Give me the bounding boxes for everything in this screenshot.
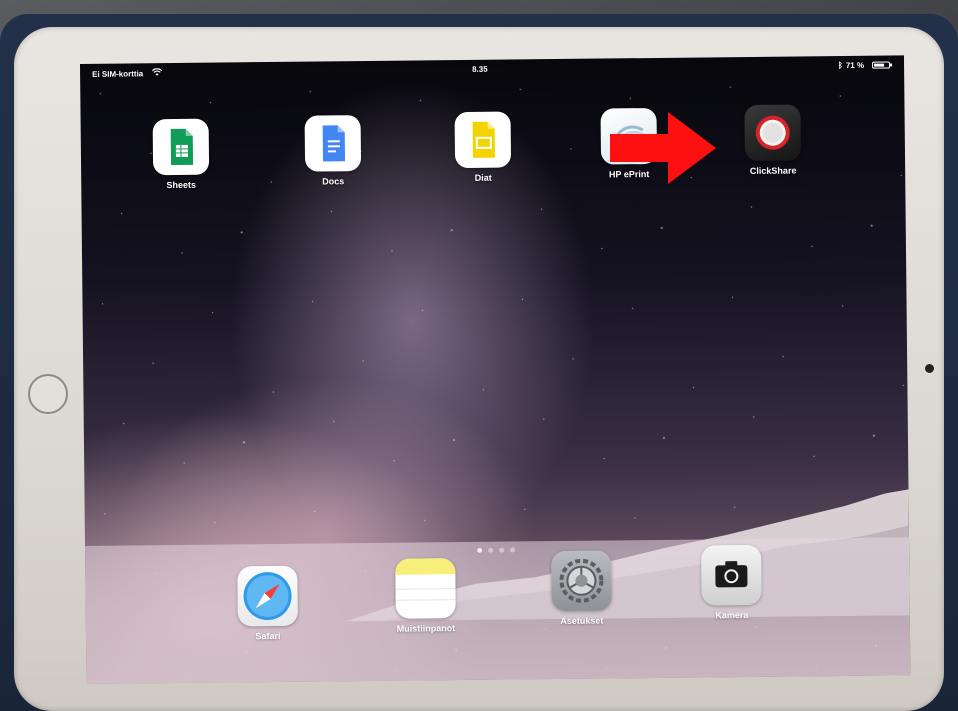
dock-app-label: Safari	[255, 630, 281, 642]
slides-icon	[454, 111, 512, 169]
app-label: Diat	[474, 172, 492, 183]
notes-header	[395, 558, 456, 575]
battery-tip	[890, 63, 893, 67]
app-label: Docs	[322, 176, 345, 187]
dock-app-settings[interactable]: Asetukset	[541, 550, 622, 626]
app-label: ClickShare	[749, 165, 797, 176]
dock: Safari Muistiinpanot Asetukset Kamera	[85, 537, 911, 684]
clickshare-icon	[744, 104, 802, 162]
clock: 8.35	[472, 64, 488, 74]
dock-app-label: Kamera	[715, 610, 749, 621]
safari-icon	[237, 565, 298, 627]
app-clickshare[interactable]: ClickShare	[732, 104, 813, 176]
dock-app-notes[interactable]: Muistiinpanot	[385, 558, 466, 634]
status-right: ᛒ 71 %	[838, 61, 864, 70]
front-camera	[925, 364, 934, 373]
sheets-icon	[152, 118, 210, 176]
battery-fill	[874, 63, 885, 67]
app-docs[interactable]: Docs	[293, 115, 374, 187]
app-label: Sheets	[166, 179, 197, 191]
wifi-icon	[152, 68, 163, 76]
dock-app-camera[interactable]: Kamera	[691, 544, 772, 621]
notes-line	[395, 599, 456, 601]
ipad-screen: Ei SIM-korttia 8.35 ᛒ 71 % Sheets Docs D…	[80, 55, 911, 684]
app-sheets[interactable]: Sheets	[141, 118, 222, 191]
app-slides[interactable]: Diat	[443, 111, 524, 183]
notes-icon	[395, 558, 456, 619]
carrier-label: Ei SIM-korttia	[92, 69, 144, 79]
bluetooth-icon: ᛒ	[837, 61, 843, 71]
dock-app-safari[interactable]: Safari	[227, 565, 308, 642]
battery-percent: 71 %	[845, 60, 865, 70]
home-button[interactable]	[28, 374, 68, 414]
dock-app-label: Muistiinpanot	[396, 623, 456, 634]
camera-icon	[701, 544, 762, 606]
battery-icon	[872, 61, 893, 69]
dock-app-label: Asetukset	[560, 615, 604, 627]
red-arrow-icon	[610, 112, 716, 184]
settings-icon	[551, 550, 612, 612]
docs-icon	[304, 115, 362, 172]
notes-line	[395, 588, 456, 590]
